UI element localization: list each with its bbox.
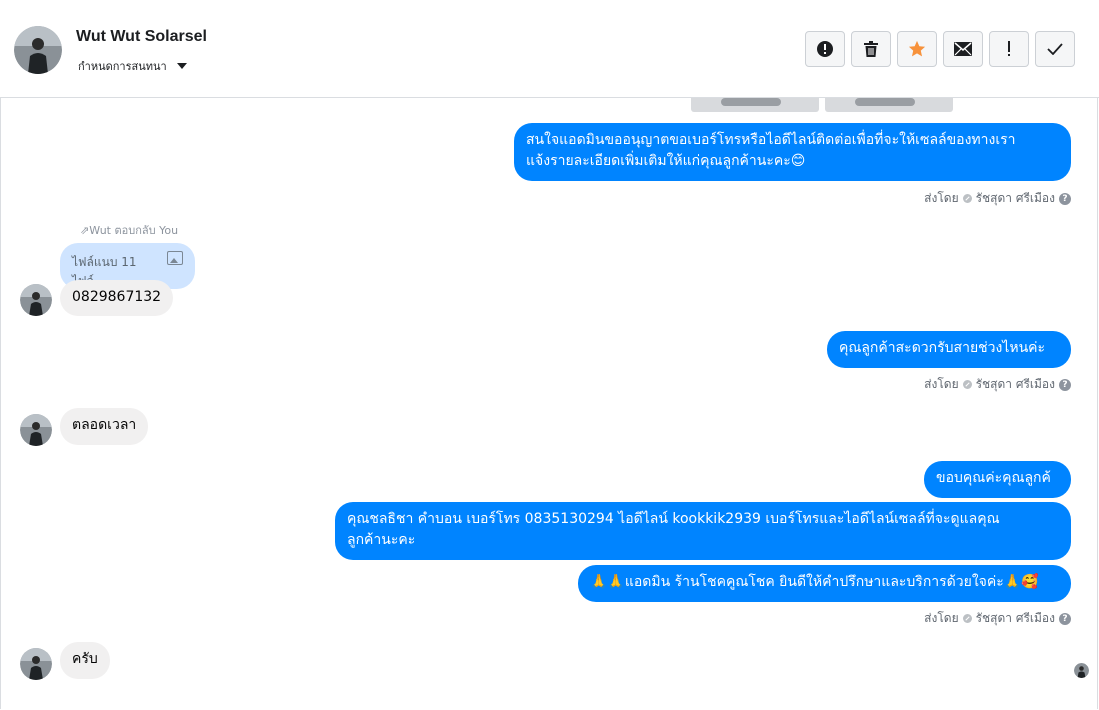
- outgoing-message[interactable]: คุณชลธิชา คำบอน เบอร์โทร 0835130294 ไอดี…: [335, 502, 1071, 560]
- reply-meta-text: Wut ตอบกลับ You: [89, 224, 179, 237]
- contact-avatar[interactable]: [14, 26, 62, 74]
- star-icon: [908, 40, 926, 57]
- mark-done-button[interactable]: [1035, 31, 1075, 67]
- sent-status-icon: [962, 194, 972, 203]
- contact-avatar[interactable]: [20, 414, 52, 446]
- message-line: ลูกค้านะคะ: [347, 532, 416, 548]
- conversation-header: Wut Wut Solarsel กำหนดการสนทนา: [0, 0, 1099, 98]
- message-text: ขอบคุณค่ะคุณลูกค้: [936, 470, 1051, 486]
- message-text: ตลอดเวลา: [72, 417, 137, 433]
- sent-by-label: ส่งโดย: [924, 377, 959, 391]
- reply-context: ⇗Wut ตอบกลับ You: [80, 221, 178, 239]
- message-text: 🙏🙏แอดมิน ร้านโชคคูณโชค ยินดีให้คำปรึกษาแ…: [590, 574, 1039, 590]
- spam-button[interactable]: [805, 31, 845, 67]
- outgoing-message[interactable]: 🙏🙏แอดมิน ร้านโชคคูณโชค ยินดีให้คำปรึกษาแ…: [578, 565, 1071, 602]
- help-icon[interactable]: ?: [1059, 192, 1071, 205]
- sent-status-icon: [962, 380, 972, 389]
- outgoing-message[interactable]: คุณลูกค้าสะดวกรับสายช่วงไหนค่ะ: [827, 331, 1071, 368]
- message-line: สนใจแอดมินขออนุญาตขอเบอร์โทรหรือไอดีไลน์…: [526, 132, 1016, 148]
- message-line: คุณชลธิชา คำบอน เบอร์โทร 0835130294 ไอดี…: [347, 511, 1000, 527]
- incoming-message[interactable]: ครับ: [60, 642, 110, 679]
- follow-up-button[interactable]: [989, 31, 1029, 67]
- help-icon[interactable]: ?: [1059, 378, 1071, 391]
- outgoing-message[interactable]: สนใจแอดมินขออนุญาตขอเบอร์โทรหรือไอดีไลน์…: [514, 123, 1071, 181]
- star-button[interactable]: [897, 31, 937, 67]
- header-actions: [805, 31, 1075, 67]
- caret-down-icon: [176, 63, 187, 69]
- sent-by-info: ส่งโดย รัชสุดา ศรีเมือง ?: [924, 375, 1071, 394]
- contact-avatar[interactable]: [20, 284, 52, 316]
- sent-status-icon: [962, 614, 972, 623]
- incoming-message[interactable]: ตลอดเวลา: [60, 408, 149, 445]
- contact-name[interactable]: Wut Wut Solarsel: [76, 28, 207, 46]
- sent-by-info: ส่งโดย รัชสุดา ศรีเมือง ?: [924, 609, 1071, 628]
- outgoing-message[interactable]: ขอบคุณค่ะคุณลูกค้: [924, 461, 1071, 498]
- sender-name: รัชสุดา ศรีเมือง: [975, 611, 1055, 625]
- check-icon: [1047, 43, 1063, 55]
- alert-circle-icon: [817, 41, 833, 57]
- incoming-message[interactable]: 0829867132: [60, 280, 174, 316]
- help-icon[interactable]: ?: [1059, 612, 1071, 625]
- sender-name: รัชสุดา ศรีเมือง: [975, 191, 1055, 205]
- reply-arrow-icon: ⇗: [80, 224, 90, 237]
- sent-by-label: ส่งโดย: [924, 191, 959, 205]
- mark-unread-button[interactable]: [943, 31, 983, 67]
- seen-avatar-icon: [1074, 663, 1089, 678]
- contact-avatar[interactable]: [20, 648, 52, 680]
- message-text: คุณลูกค้าสะดวกรับสายช่วงไหนค่ะ: [839, 340, 1046, 356]
- assign-label: กำหนดการสนทนา: [78, 60, 167, 73]
- assign-conversation-dropdown[interactable]: กำหนดการสนทนา: [78, 57, 187, 75]
- trash-icon: [864, 41, 878, 57]
- message-text: ครับ: [72, 651, 98, 667]
- message-text: 0829867132: [72, 289, 162, 305]
- sender-name: รัชสุดา ศรีเมือง: [975, 377, 1055, 391]
- attachment-count: ไฟล์แนบ 11 ไฟล์: [72, 255, 137, 288]
- message-line: แจ้งรายละเอียดเพิ่มเติมให้แก่คุณลูกค้านะ…: [526, 153, 806, 169]
- exclamation-icon: [1008, 41, 1010, 56]
- sent-by-label: ส่งโดย: [924, 611, 959, 625]
- delete-button[interactable]: [851, 31, 891, 67]
- sent-by-info: ส่งโดย รัชสุดา ศรีเมือง ?: [924, 189, 1071, 208]
- envelope-icon: [954, 42, 972, 56]
- image-icon: [167, 251, 183, 265]
